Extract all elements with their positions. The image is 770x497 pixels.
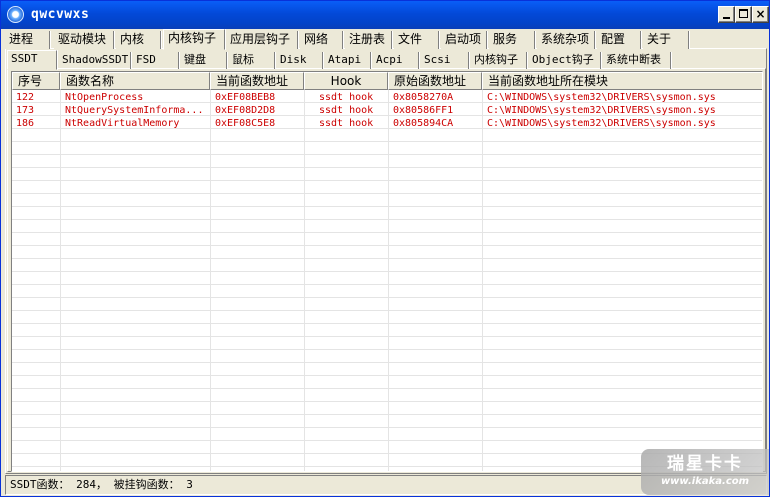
subtab-shadow-ssdt[interactable]: ShadowSSDT	[59, 52, 131, 69]
watermark-logo: 瑞星卡卡 www.ikaka.com	[641, 449, 769, 495]
table-row[interactable]: 122 NtOpenProcess 0xEF08BEB8 ssdt hook 0…	[12, 91, 762, 104]
cell-function-name: NtQuerySystemInforma...	[65, 105, 204, 116]
cell-index: 122	[16, 92, 35, 103]
cell-original-address: 0x8058270A	[393, 92, 454, 103]
cell-original-address: 0x80586FF1	[393, 105, 454, 116]
subtab-fsd[interactable]: FSD	[133, 52, 179, 69]
tab-driver-modules[interactable]: 驱动模块	[54, 31, 114, 49]
tab-startup[interactable]: 启动项	[441, 31, 487, 49]
column-header-function-name[interactable]: 函数名称	[60, 72, 210, 90]
cell-hook: ssdt hook	[319, 118, 374, 129]
table-row[interactable]: 173 NtQuerySystemInforma... 0xEF08D2D8 s…	[12, 104, 762, 117]
cell-index: 173	[16, 105, 35, 116]
app-icon	[7, 6, 24, 23]
column-header-current-address[interactable]: 当前函数地址	[210, 72, 304, 90]
tab-network[interactable]: 网络	[300, 31, 343, 49]
cell-hook: ssdt hook	[319, 92, 374, 103]
subtab-disk[interactable]: Disk	[277, 52, 323, 69]
watermark-name: 瑞星卡卡	[667, 454, 743, 474]
cell-index: 186	[16, 118, 35, 129]
close-button[interactable]: ×	[752, 6, 769, 23]
tab-kernel-hooks[interactable]: 内核钩子	[163, 29, 225, 50]
window-title: qwcvwxs	[31, 7, 90, 22]
cell-module: C:\WINDOWS\system32\DRIVERS\sysmon.sys	[487, 105, 716, 116]
maximize-button[interactable]	[735, 6, 752, 23]
subtab-atapi[interactable]: Atapi	[325, 52, 371, 69]
table-row[interactable]: 186 NtReadVirtualMemory 0xEF08C5E8 ssdt …	[12, 117, 762, 130]
tab-services[interactable]: 服务	[489, 31, 535, 49]
cell-function-name: NtReadVirtualMemory	[65, 118, 180, 129]
column-header-index[interactable]: 序号	[12, 72, 60, 90]
minimize-icon	[723, 17, 730, 19]
title-bar[interactable]: qwcvwxs ×	[1, 1, 769, 29]
tab-config[interactable]: 配置	[597, 31, 641, 49]
subtab-keyboard[interactable]: 键盘	[181, 52, 227, 69]
column-header-original-address[interactable]: 原始函数地址	[388, 72, 482, 90]
cell-function-name: NtOpenProcess	[65, 92, 144, 103]
subtab-kernel-hooks[interactable]: 内核钩子	[471, 52, 527, 69]
grid-column-line	[388, 90, 389, 471]
subtab-interrupt-table[interactable]: 系统中断表	[603, 52, 671, 69]
grid-column-line	[482, 90, 483, 471]
tab-files[interactable]: 文件	[394, 31, 439, 49]
subtab-mouse[interactable]: 鼠标	[229, 52, 275, 69]
maximize-icon	[739, 9, 748, 18]
watermark-url: www.ikaka.com	[660, 476, 750, 487]
close-icon: ×	[755, 7, 766, 21]
subtab-scsi[interactable]: Scsi	[421, 52, 469, 69]
cell-current-address: 0xEF08C5E8	[215, 118, 276, 129]
column-header-hook[interactable]: Hook	[304, 72, 388, 90]
grid-column-line	[210, 90, 211, 471]
subtab-acpi[interactable]: Acpi	[373, 52, 419, 69]
tab-kernel[interactable]: 内核	[116, 31, 161, 49]
cell-current-address: 0xEF08BEB8	[215, 92, 276, 103]
tab-about[interactable]: 关于	[643, 31, 689, 49]
subtab-object-hooks[interactable]: Object钩子	[529, 52, 601, 69]
grid-column-line	[60, 90, 61, 471]
ssdt-table[interactable]: 序号 函数名称 当前函数地址 Hook 原始函数地址 当前函数地址所在模块 12…	[11, 71, 763, 472]
cell-current-address: 0xEF08D2D8	[215, 105, 276, 116]
main-window: qwcvwxs × 进程 驱动模块 内核 内核钩子 应用层钩子 网络 注册表 文…	[0, 0, 770, 497]
cell-original-address: 0x805894CA	[393, 118, 454, 129]
tab-app-hooks[interactable]: 应用层钩子	[226, 31, 298, 49]
column-header-module[interactable]: 当前函数地址所在模块	[482, 72, 762, 90]
minimize-button[interactable]	[718, 6, 735, 23]
grid-column-line	[304, 90, 305, 471]
table-header: 序号 函数名称 当前函数地址 Hook 原始函数地址 当前函数地址所在模块	[12, 72, 762, 90]
cell-module: C:\WINDOWS\system32\DRIVERS\sysmon.sys	[487, 92, 716, 103]
subtab-ssdt[interactable]: SSDT	[7, 50, 57, 70]
cell-hook: ssdt hook	[319, 105, 374, 116]
tab-process[interactable]: 进程	[5, 31, 50, 49]
tab-registry[interactable]: 注册表	[345, 31, 392, 49]
sub-tab-strip: SSDT ShadowSSDT FSD 键盘 鼠标 Disk Atapi Acp…	[5, 50, 765, 70]
cell-module: C:\WINDOWS\system32\DRIVERS\sysmon.sys	[487, 118, 716, 129]
tab-system-misc[interactable]: 系统杂项	[537, 31, 595, 49]
main-tab-strip: 进程 驱动模块 内核 内核钩子 应用层钩子 网络 注册表 文件 启动项 服务 系…	[5, 29, 765, 50]
